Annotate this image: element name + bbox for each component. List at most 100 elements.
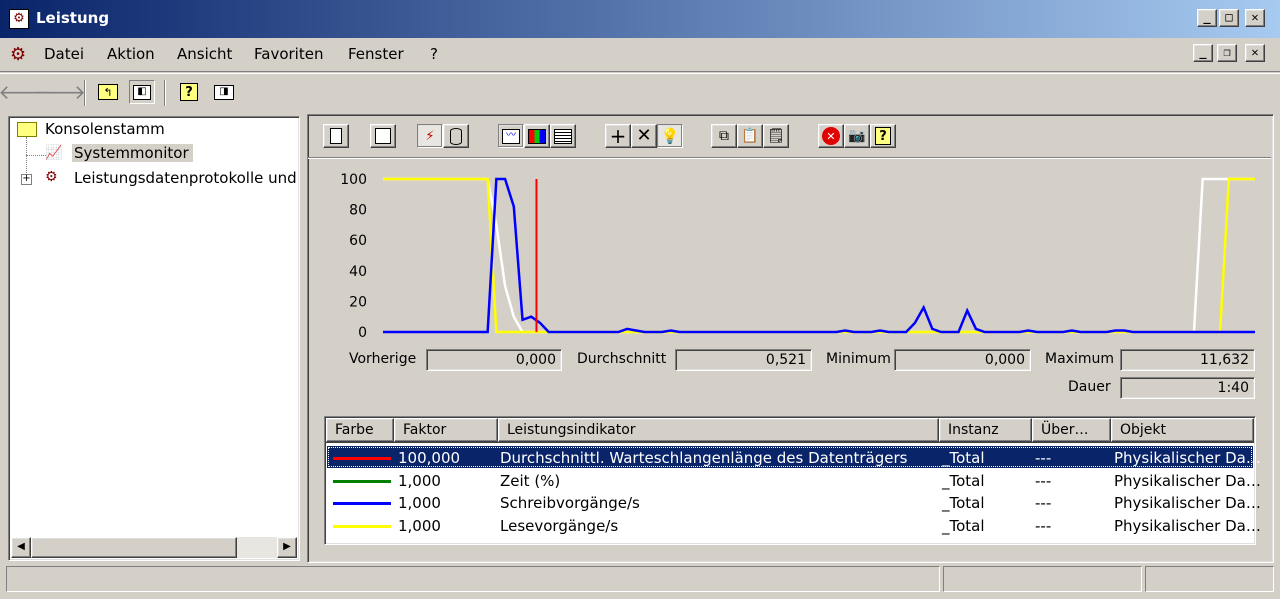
- copy-icon: ⧉: [719, 128, 729, 144]
- table-row[interactable]: 1,000 Zeit (%) _Total --- Physikalischer Da…: [327, 469, 1261, 491]
- y-tick-label: 20: [349, 294, 367, 310]
- header-objekt[interactable]: Objekt: [1111, 418, 1254, 442]
- average-value: 0,521: [675, 349, 812, 371]
- clear-icon: [375, 128, 391, 144]
- tree-line: [26, 155, 46, 156]
- view-report-button[interactable]: [550, 124, 576, 148]
- title-bar: ⚙ Leistung _ □ ✕: [0, 0, 1280, 38]
- histogram-icon: [528, 128, 546, 144]
- factor-cell: 1,000: [398, 471, 441, 490]
- scroll-thumb[interactable]: [31, 537, 237, 558]
- menu-aktion[interactable]: Aktion: [107, 45, 155, 63]
- plot-area: [383, 179, 1255, 332]
- folder-up-icon: ↰: [98, 84, 118, 100]
- color-swatch: [333, 457, 391, 460]
- folder-icon: [17, 122, 37, 137]
- clear-display-button[interactable]: [370, 124, 396, 148]
- y-tick-label: 100: [340, 172, 367, 188]
- copy-properties-button[interactable]: ⧉: [711, 124, 737, 148]
- close-button[interactable]: ✕: [1245, 9, 1265, 27]
- report-icon: [554, 128, 572, 144]
- child-minimize-button[interactable]: _: [1193, 44, 1213, 62]
- average-label: Durchschnitt: [577, 351, 667, 367]
- y-tick-label: 80: [349, 203, 367, 219]
- menu-fenster[interactable]: Fenster: [348, 45, 404, 63]
- paste-icon: 📋: [741, 128, 759, 144]
- counter-cell: Durchschnittl. Warteschlangenlänge des D…: [500, 449, 908, 467]
- show-tree-button[interactable]: ◧: [129, 80, 155, 104]
- table-row[interactable]: 100,000 Durchschnittl. Warteschlangenläng…: [327, 446, 1261, 468]
- scroll-right-button[interactable]: ▶: [277, 537, 297, 558]
- table-row[interactable]: 1,000 Lesevorgänge/s _Total --- Physikalisch…: [327, 514, 1261, 536]
- help-icon: ?: [875, 127, 891, 145]
- table-row[interactable]: 1,000 Schreibvorgänge/s _Total --- Physikali…: [327, 491, 1261, 513]
- header-parent[interactable]: Über…: [1032, 418, 1111, 442]
- monitor-help-button[interactable]: ?: [870, 124, 896, 148]
- up-folder-button[interactable]: ↰: [95, 80, 121, 104]
- object-cell: Physikalischer Da…: [1114, 449, 1261, 467]
- instance-cell: _Total: [942, 471, 985, 490]
- tree-item-logs[interactable]: Leistungsdatenprotokolle und W: [74, 169, 300, 187]
- tree-root[interactable]: Konsolenstamm: [45, 120, 165, 138]
- pane-icon: ◨: [214, 84, 234, 100]
- new-counter-set-button[interactable]: [323, 124, 349, 148]
- maximum-value: 11,632: [1120, 349, 1255, 371]
- maximize-button[interactable]: □: [1219, 9, 1239, 27]
- menu-ansicht[interactable]: Ansicht: [177, 45, 232, 63]
- parent-cell: ---: [1035, 494, 1052, 512]
- object-cell: Physikalischer Da…: [1114, 494, 1261, 512]
- status-pane-2: [943, 566, 1142, 592]
- system-monitor-icon: 📈: [45, 145, 63, 161]
- highlight-button[interactable]: 💡: [657, 124, 683, 148]
- lightbulb-icon: 💡: [660, 126, 680, 145]
- last-value: 0,000: [426, 349, 562, 371]
- activity-icon: ⚡: [425, 128, 435, 144]
- toolbar-separator: [164, 80, 166, 106]
- action-pane-button[interactable]: ◨: [211, 80, 237, 104]
- forward-arrow-icon: 🡒: [32, 80, 86, 104]
- freeze-display-button[interactable]: ✕: [818, 124, 844, 148]
- object-cell: Physikalischer Da…: [1114, 471, 1261, 490]
- properties-button[interactable]: 🗒: [763, 124, 789, 148]
- child-close-button[interactable]: ✕: [1245, 44, 1265, 62]
- help-button[interactable]: ?: [176, 80, 202, 104]
- window-title: Leistung: [36, 9, 110, 27]
- scroll-left-button[interactable]: ◀: [11, 537, 31, 558]
- menu-help[interactable]: ?: [430, 45, 438, 63]
- header-leistungsindikator[interactable]: Leistungsindikator: [498, 418, 939, 442]
- paste-counter-list-button[interactable]: 📋: [737, 124, 763, 148]
- view-histogram-button[interactable]: [524, 124, 550, 148]
- child-restore-button[interactable]: ❐: [1217, 44, 1237, 62]
- update-data-button[interactable]: 📷: [844, 124, 870, 148]
- expand-icon[interactable]: +: [21, 174, 32, 185]
- tree-item-systemmonitor[interactable]: Systemmonitor: [72, 144, 193, 162]
- minimum-label: Minimum: [826, 351, 891, 367]
- header-faktor[interactable]: Faktor: [394, 418, 498, 442]
- parent-cell: ---: [1035, 449, 1052, 467]
- color-swatch: [333, 502, 391, 505]
- add-counter-button[interactable]: +: [605, 124, 631, 148]
- delete-counter-button[interactable]: ✕: [631, 124, 657, 148]
- new-page-icon: [330, 128, 342, 144]
- color-swatch: [333, 479, 391, 483]
- status-bar: [0, 566, 1280, 599]
- menu-datei[interactable]: Datei: [44, 45, 84, 63]
- header-farbe[interactable]: Farbe: [326, 418, 394, 442]
- current-activity-button[interactable]: ⚡: [417, 124, 443, 148]
- database-icon: [450, 127, 462, 145]
- menu-favoriten[interactable]: Favoriten: [254, 45, 323, 63]
- y-tick-label: 60: [349, 233, 367, 249]
- minimize-button[interactable]: _: [1197, 9, 1217, 27]
- mmc-icon: ⚙: [10, 44, 27, 65]
- view-graph-button[interactable]: 〰: [498, 124, 524, 148]
- forward-button[interactable]: 🡒: [32, 80, 86, 104]
- view-log-data-button[interactable]: [443, 124, 469, 148]
- tree-hscrollbar[interactable]: ◀ ▶: [11, 537, 297, 558]
- minimum-value: 0,000: [894, 349, 1031, 371]
- logs-icon: ⚙: [45, 169, 58, 185]
- x-icon: ✕: [636, 125, 652, 146]
- toolbar-divider: [308, 157, 1271, 159]
- header-instanz[interactable]: Instanz: [939, 418, 1032, 442]
- monitor-toolbar: ⚡ 〰 + ✕ 💡 ⧉ 📋 🗒 ✕ 📷 ?: [318, 120, 1262, 154]
- system-monitor-pane: ⚡ 〰 + ✕ 💡 ⧉ 📋 🗒 ✕ 📷 ? 100 80 60 40 20 0 Vorhe…: [307, 114, 1274, 563]
